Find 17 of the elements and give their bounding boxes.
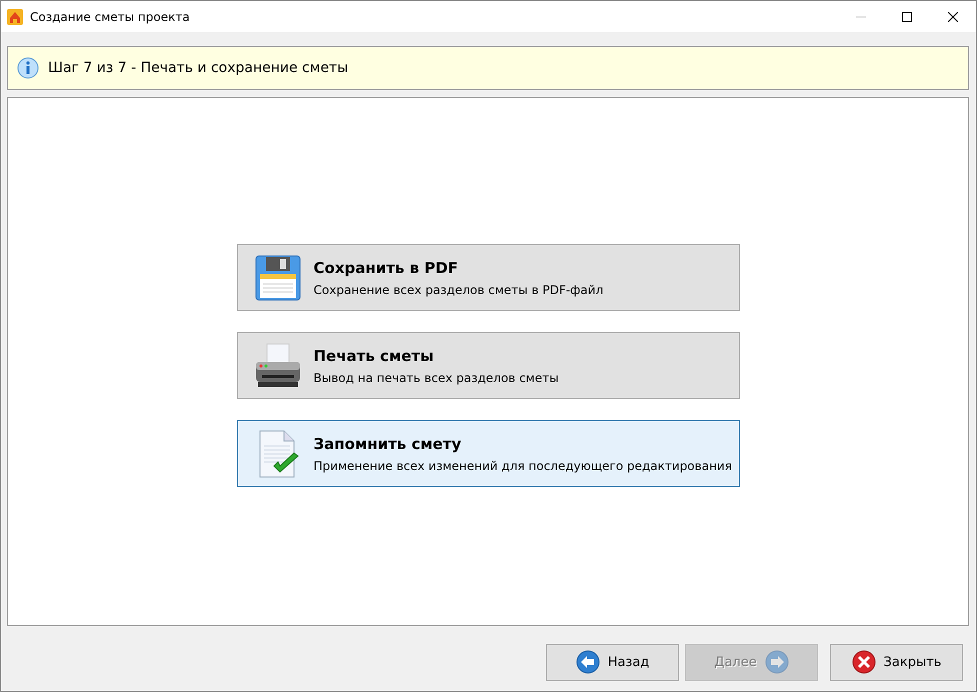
close-button[interactable]: Закрыть: [830, 644, 963, 680]
window-title: Создание сметы проекта: [30, 10, 191, 24]
option-description: Применение всех изменений для последующего редактирования: [314, 458, 732, 472]
option-title: Запомнить смету: [314, 434, 462, 452]
step-text: Шаг 7 из 7 - Печать и сохранение сметы: [48, 60, 348, 76]
close-icon: [852, 650, 876, 674]
option-description: Сохранение всех разделов сметы в PDF-файл: [314, 282, 604, 296]
app-house-icon: [7, 8, 23, 24]
back-button[interactable]: Назад: [546, 644, 679, 680]
printer-icon: [254, 342, 302, 390]
action-option[interactable]: Сохранить в PDF Сохранение всех разделов сметы в PDF-файл: [236, 244, 740, 311]
info-icon: [17, 57, 39, 79]
action-option[interactable]: Запомнить смету Применение всех изменений для последующего редактирования: [236, 420, 740, 487]
option-title: Печать сметы: [314, 346, 435, 364]
action-option[interactable]: Печать сметы Вывод на печать всех разделов сметы: [236, 332, 740, 399]
option-description: Вывод на печать всех разделов сметы: [314, 370, 559, 384]
option-title: Сохранить в PDF: [314, 258, 460, 276]
